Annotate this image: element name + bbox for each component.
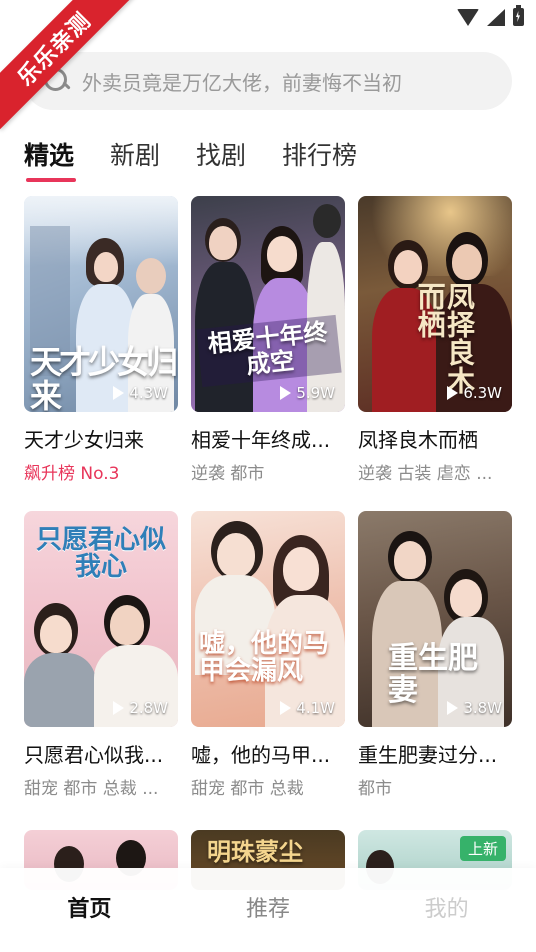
play-count: 4.3W — [113, 384, 168, 402]
drama-poster: 天才少女归来 4.3W — [24, 196, 178, 412]
drama-poster: 重生肥妻 3.8W — [358, 511, 512, 727]
play-icon — [113, 386, 125, 400]
drama-tags: 甜宠 都市 总裁 ... — [24, 779, 159, 799]
drama-card[interactable]: 嘘，他的马甲会漏风 4.1W 嘘，他的马甲... 甜宠 都市 总裁 — [191, 511, 345, 799]
tab-featured[interactable]: 精选 — [24, 136, 77, 182]
corner-ribbon: 乐乐亲测 — [0, 0, 140, 140]
play-count: 4.1W — [280, 699, 335, 717]
tab-ranking[interactable]: 排行榜 — [282, 136, 357, 176]
drama-tags: 逆袭 都市 — [191, 464, 265, 484]
play-count: 6.3W — [447, 384, 502, 402]
drama-title: 凤择良木而栖 — [358, 428, 478, 452]
drama-poster: 凤择良木而栖 6.3W — [358, 196, 512, 412]
battery-icon — [513, 5, 524, 26]
new-badge: 上新 — [459, 836, 506, 861]
play-count: 2.8W — [113, 699, 168, 717]
drama-title: 只愿君心似我... — [24, 743, 164, 767]
category-tabs: 精选 新剧 找剧 排行榜 — [24, 136, 357, 182]
nav-mine[interactable]: 我的 — [377, 891, 517, 929]
poster-title: 只愿君心似我心 — [36, 525, 167, 583]
drama-card[interactable]: 相爱十年终成空 5.9W 相爱十年终成... 逆袭 都市 — [191, 196, 345, 484]
app-screen: 乐乐亲测 外卖员竟是万亿大佬，前妻悔不当初 精选 新剧 找剧 排行榜 天才少女归… — [0, 0, 536, 952]
drama-card[interactable]: 天才少女归来 4.3W 天才少女归来 飙升榜 No.3 — [24, 196, 178, 484]
play-count: 3.8W — [447, 699, 502, 717]
poster-title: 嘘，他的马甲会漏风 — [199, 629, 330, 687]
wifi-icon — [457, 8, 479, 26]
bottom-navigation: 首页 推荐 我的 — [0, 868, 536, 952]
signal-icon — [487, 8, 505, 26]
tab-find[interactable]: 找剧 — [196, 136, 246, 176]
tab-new[interactable]: 新剧 — [110, 136, 160, 176]
drama-title: 相爱十年终成... — [191, 428, 331, 452]
drama-tags: 都市 — [358, 779, 392, 799]
drama-poster: 只愿君心似我心 2.8W — [24, 511, 178, 727]
nav-home[interactable]: 首页 — [19, 891, 159, 929]
play-count: 5.9W — [280, 384, 335, 402]
drama-title: 天才少女归来 — [24, 428, 144, 452]
drama-title: 重生肥妻过分... — [358, 743, 498, 767]
play-icon — [280, 386, 292, 400]
drama-card[interactable]: 只愿君心似我心 2.8W 只愿君心似我... 甜宠 都市 总裁 ... — [24, 511, 178, 799]
play-icon — [447, 701, 459, 715]
drama-card[interactable]: 重生肥妻 3.8W 重生肥妻过分... 都市 — [358, 511, 512, 799]
nav-recommend[interactable]: 推荐 — [198, 891, 338, 929]
drama-title: 嘘，他的马甲... — [191, 743, 331, 767]
drama-poster: 嘘，他的马甲会漏风 4.1W — [191, 511, 345, 727]
play-icon — [113, 701, 125, 715]
poster-title: 天才少女归来 — [30, 343, 178, 412]
drama-rank: 飙升榜 No.3 — [24, 464, 120, 484]
poster-title: 明珠蒙尘 — [207, 838, 303, 866]
play-icon — [447, 386, 459, 400]
drama-tags: 逆袭 古装 虐恋 ... — [358, 464, 493, 484]
drama-tags: 甜宠 都市 总裁 — [191, 779, 304, 799]
ribbon-label: 乐乐亲测 — [0, 0, 135, 130]
drama-poster: 相爱十年终成空 5.9W — [191, 196, 345, 412]
drama-card[interactable]: 凤择良木而栖 6.3W 凤择良木而栖 逆袭 古装 虐恋 ... — [358, 196, 512, 484]
poster-title: 重生肥妻 — [388, 641, 478, 708]
play-icon — [280, 701, 292, 715]
